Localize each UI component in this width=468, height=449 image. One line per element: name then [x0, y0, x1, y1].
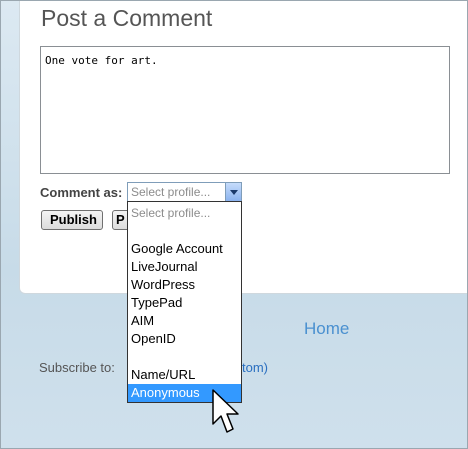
publish-button[interactable]: Publish — [41, 210, 103, 230]
subscribe-label: Subscribe to: — [39, 360, 115, 375]
home-link[interactable]: Home — [304, 319, 349, 339]
dropdown-option-aim[interactable]: AIM — [128, 312, 241, 330]
profile-select[interactable]: Select profile... — [127, 182, 242, 202]
profile-dropdown-list: Select profile... Google Account LiveJou… — [127, 201, 242, 403]
dropdown-option-livejournal[interactable]: LiveJournal — [128, 258, 241, 276]
comment-as-label: Comment as: — [40, 185, 123, 200]
dropdown-option-name-url[interactable]: Name/URL — [128, 366, 241, 384]
comment-textarea[interactable]: One vote for art. — [40, 46, 450, 174]
page-title: Post a Comment — [41, 5, 213, 31]
profile-select-value: Select profile... — [131, 185, 211, 199]
dropdown-option-typepad[interactable]: TypePad — [128, 294, 241, 312]
dropdown-option-wordpress[interactable]: WordPress — [128, 276, 241, 294]
screenshot-frame: Post a Comment One vote for art. Comment… — [0, 0, 468, 449]
dropdown-option-openid[interactable]: OpenID — [128, 330, 241, 348]
dropdown-option-placeholder[interactable]: Select profile... — [128, 204, 241, 222]
mouse-pointer-icon — [212, 389, 239, 433]
dropdown-option-google[interactable]: Google Account — [128, 240, 241, 258]
chevron-down-icon[interactable] — [225, 183, 241, 201]
subscribe-atom-link[interactable]: tom) — [242, 360, 268, 375]
